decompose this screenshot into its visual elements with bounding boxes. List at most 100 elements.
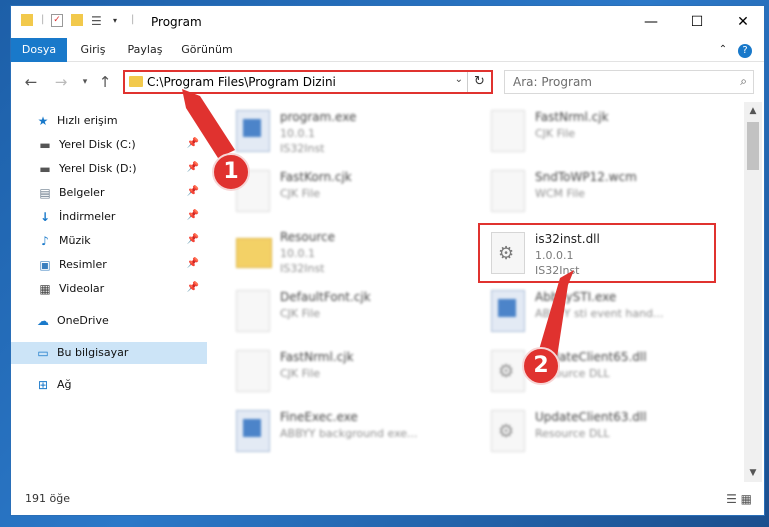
pin-icon[interactable]: 📌	[187, 258, 199, 269]
forward-button[interactable]: →	[51, 72, 71, 92]
video-icon: ▦	[39, 282, 51, 296]
cloud-icon: ☁	[37, 314, 49, 328]
documents-icon: ▤	[39, 186, 51, 200]
file-item[interactable]: Resource 10.0.1 IS32Inst	[216, 228, 446, 283]
sidebar-item-onedrive[interactable]: ☁ OneDrive	[11, 310, 207, 332]
sidebar-item-videos[interactable]: ▦ Videolar 📌	[11, 278, 207, 300]
sidebar-item-label: Belgeler	[59, 186, 105, 199]
file-item[interactable]: FineExec.exe ABBYY background exe...	[216, 408, 446, 463]
search-icon[interactable]: ⌕	[740, 74, 747, 89]
sidebar-item-label: Ağ	[57, 378, 72, 391]
new-folder-icon[interactable]	[71, 14, 83, 26]
back-button[interactable]: ←	[21, 72, 41, 92]
folder-icon	[129, 76, 143, 87]
download-icon: ↓	[39, 210, 51, 224]
star-icon: ★	[37, 114, 49, 128]
file-item[interactable]: UpdateClient65.dll Resource DLL	[471, 348, 701, 403]
folder-icon	[236, 238, 272, 268]
file-name: Resource	[280, 230, 336, 244]
scroll-down-icon[interactable]: ▼	[744, 464, 762, 482]
large-icons-view-icon[interactable]: ▦	[741, 492, 752, 506]
tab-home[interactable]: Giriş	[71, 38, 115, 62]
vertical-scrollbar[interactable]: ▲ ▼	[744, 102, 762, 482]
file-name: DefaultFont.cjk	[280, 290, 371, 304]
sidebar-item-label: Resimler	[59, 258, 107, 271]
folder-icon	[21, 14, 33, 26]
scroll-thumb[interactable]	[747, 122, 759, 170]
step-badge-2: 2	[522, 347, 560, 385]
file-detail: CJK File	[535, 127, 576, 140]
close-button[interactable]: ✕	[720, 6, 764, 38]
sidebar-item-this-pc[interactable]: ▭ Bu bilgisayar	[11, 342, 207, 364]
sidebar-item-pictures[interactable]: ▣ Resimler 📌	[11, 254, 207, 276]
pin-icon[interactable]: 📌	[187, 234, 199, 245]
sidebar-item-downloads[interactable]: ↓ İndirmeler 📌	[11, 206, 207, 228]
pin-icon[interactable]: 📌	[187, 282, 199, 293]
file-detail: ABBYY background exe...	[280, 427, 418, 440]
minimize-button[interactable]: —	[628, 6, 674, 38]
file-item[interactable]: FastNrml.cjk CJK File	[471, 108, 701, 163]
status-bar: 191 öğe ☰ ▦	[11, 482, 764, 515]
pin-icon[interactable]: 📌	[187, 186, 199, 197]
document-file-icon	[491, 110, 525, 152]
window-title: Program	[151, 15, 202, 29]
file-name: AbbyySTI.exe	[535, 290, 617, 304]
tab-share[interactable]: Paylaş	[119, 38, 171, 62]
file-item[interactable]: AbbyySTI.exe ABBYY sti event hand...	[471, 288, 701, 343]
pin-icon[interactable]: 📌	[187, 138, 199, 149]
highlight-box	[478, 223, 716, 283]
sidebar-item-label: OneDrive	[57, 314, 109, 327]
sidebar-item-disk-c[interactable]: ▬ Yerel Disk (C:) 📌	[11, 134, 207, 156]
file-detail: 10.0.1	[280, 127, 315, 140]
sidebar-item-disk-d[interactable]: ▬ Yerel Disk (D:) 📌	[11, 158, 207, 180]
expand-ribbon-icon[interactable]: ⌃	[715, 38, 731, 62]
file-item[interactable]: FastKorn.cjk CJK File	[216, 168, 446, 223]
file-detail: CJK File	[280, 187, 321, 200]
refresh-button[interactable]: ↻	[467, 72, 491, 92]
sidebar-item-label: Müzik	[59, 234, 91, 247]
dll-file-icon	[491, 350, 525, 392]
file-item[interactable]: UpdateClient63.dll Resource DLL	[471, 408, 701, 463]
file-name: SndToWP12.wcm	[535, 170, 637, 184]
properties-icon[interactable]: ✓	[51, 14, 63, 27]
scroll-up-icon[interactable]: ▲	[744, 102, 762, 120]
help-icon[interactable]: ?	[738, 44, 752, 58]
file-item[interactable]: SndToWP12.wcm WCM File	[471, 168, 701, 223]
pin-icon[interactable]: 📌	[187, 210, 199, 221]
file-item[interactable]: DefaultFont.cjk CJK File	[216, 288, 446, 343]
file-detail: CJK File	[280, 307, 321, 320]
sidebar-item-label: Yerel Disk (D:)	[59, 162, 137, 175]
search-input[interactable]: Ara: Program ⌕	[504, 70, 754, 94]
details-view-icon[interactable]: ☰	[726, 492, 737, 506]
chevron-down-icon[interactable]: ⌄	[455, 74, 463, 85]
file-item[interactable]: program.exe 10.0.1 IS32Inst	[216, 108, 446, 163]
recent-locations-button[interactable]: ▾	[75, 72, 95, 92]
up-button[interactable]: ↑	[95, 72, 115, 92]
file-detail: IS32Inst	[280, 262, 325, 275]
sidebar-item-label: Videolar	[59, 282, 105, 295]
sidebar-item-quick-access[interactable]: ★ Hızlı erişim	[11, 110, 207, 132]
sidebar-item-label: İndirmeler	[59, 210, 116, 223]
sidebar-item-music[interactable]: ♪ Müzik 📌	[11, 230, 207, 252]
file-item[interactable]: FastNrml.cjk CJK File	[216, 348, 446, 403]
file-list: program.exe 10.0.1 IS32Inst FastKorn.cjk…	[216, 102, 741, 482]
view-toggle[interactable]: ☰ ▦	[726, 492, 752, 506]
file-name: program.exe	[280, 110, 357, 124]
exe-file-icon	[236, 410, 270, 452]
pin-icon[interactable]: 📌	[187, 162, 199, 173]
address-bar[interactable]: C:\Program Files\Program Dizini ⌄ ↻	[123, 70, 493, 94]
sidebar-item-label: Bu bilgisayar	[57, 346, 129, 359]
exe-file-icon	[236, 110, 270, 152]
title-bar: | ✓ ☰ ▾ | Program — ☐ ✕	[11, 6, 764, 38]
sidebar-item-documents[interactable]: ▤ Belgeler 📌	[11, 182, 207, 204]
view-options-icon[interactable]: ☰	[91, 14, 102, 28]
maximize-button[interactable]: ☐	[674, 6, 720, 38]
file-name: UpdateClient63.dll	[535, 410, 647, 424]
tab-view[interactable]: Görünüm	[175, 38, 239, 62]
sidebar-item-network[interactable]: ⊞ Ağ	[11, 374, 207, 396]
customize-quick-access-icon[interactable]: ▾	[113, 16, 117, 25]
navigation-bar: ← → ▾ ↑ C:\Program Files\Program Dizini …	[11, 62, 764, 102]
separator: |	[131, 14, 135, 25]
file-detail: WCM File	[535, 187, 585, 200]
address-path[interactable]: C:\Program Files\Program Dizini	[147, 75, 336, 89]
